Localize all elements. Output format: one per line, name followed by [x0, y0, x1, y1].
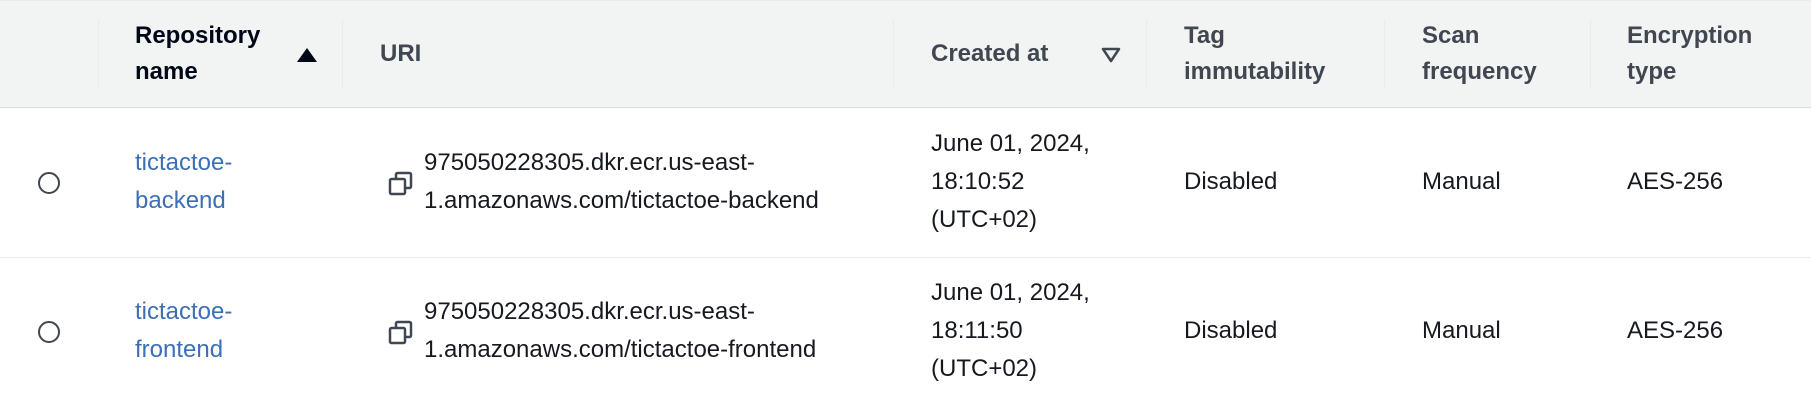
row-select-radio[interactable] — [38, 321, 60, 343]
sort-descending-icon[interactable] — [1101, 47, 1121, 63]
created-at-line: June 01, 2024, — [931, 279, 1090, 306]
created-at-line: 18:11:50 — [931, 317, 1023, 344]
repository-name-line: tictactoe- — [135, 149, 233, 176]
column-header-label: name — [135, 58, 198, 85]
encryption-type-value: AES-256 — [1627, 317, 1724, 344]
column-header-label: immutability — [1184, 58, 1326, 85]
repository-uri-line: 975050228305.dkr.ecr.us-east- — [424, 298, 755, 325]
created-at-line: (UTC+02) — [931, 355, 1038, 382]
repository-name-line: backend — [135, 187, 226, 214]
tag-immutability-value: Disabled — [1184, 168, 1278, 195]
column-header-label: frequency — [1422, 58, 1537, 85]
column-header-scan-frequency[interactable]: Scan frequency — [1422, 1, 1582, 107]
repository-uri: 975050228305.dkr.ecr.us-east- 1.amazonaw… — [424, 144, 819, 220]
row-select-radio[interactable] — [38, 172, 60, 194]
column-header-tag-immutability[interactable]: Tag immutability — [1184, 1, 1384, 107]
created-at-line: June 01, 2024, — [931, 130, 1090, 157]
repository-name-line: frontend — [135, 336, 224, 363]
copy-icon[interactable] — [388, 171, 414, 197]
column-header-label: Tag — [1184, 22, 1225, 49]
column-header-label: Created at — [931, 40, 1049, 67]
repository-name-link[interactable]: tictactoe- frontend — [135, 293, 232, 369]
column-header-label: Encryption — [1627, 22, 1753, 49]
column-divider — [893, 19, 894, 89]
repository-uri-line: 975050228305.dkr.ecr.us-east- — [424, 149, 755, 176]
column-header-label: type — [1627, 58, 1677, 85]
column-header-label: Scan — [1422, 22, 1480, 49]
table-row[interactable]: tictactoe- frontend 975050228305.dkr.ecr… — [0, 258, 1811, 406]
created-at-value: June 01, 2024, 18:11:50 (UTC+02) — [931, 274, 1090, 388]
created-at-value: June 01, 2024, 18:10:52 (UTC+02) — [931, 125, 1090, 239]
column-divider — [342, 19, 343, 89]
created-at-line: 18:10:52 — [931, 168, 1025, 195]
scan-frequency-value: Manual — [1422, 168, 1501, 195]
column-divider — [98, 19, 99, 89]
scan-frequency-value: Manual — [1422, 317, 1501, 344]
column-header-label: Repository — [135, 22, 261, 49]
column-header-uri[interactable]: URI — [380, 1, 680, 107]
column-divider — [1384, 19, 1385, 89]
column-header-encryption-type[interactable]: Encryption type — [1627, 1, 1807, 107]
copy-icon[interactable] — [388, 320, 414, 346]
repository-uri-line: 1.amazonaws.com/tictactoe-frontend — [424, 336, 817, 363]
column-divider — [1146, 19, 1147, 89]
column-divider — [1590, 19, 1591, 89]
sort-ascending-icon[interactable] — [297, 48, 317, 62]
column-header-label: URI — [380, 40, 422, 67]
tag-immutability-value: Disabled — [1184, 317, 1278, 344]
encryption-type-value: AES-256 — [1627, 168, 1724, 195]
table-header: Repository name URI Created at Tag immut… — [0, 1, 1811, 108]
repository-name-link[interactable]: tictactoe- backend — [135, 144, 232, 220]
table-row[interactable]: tictactoe- backend 975050228305.dkr.ecr.… — [0, 108, 1811, 258]
repositories-table: Repository name URI Created at Tag immut… — [0, 0, 1811, 406]
repository-uri-line: 1.amazonaws.com/tictactoe-backend — [424, 187, 819, 214]
repository-uri: 975050228305.dkr.ecr.us-east- 1.amazonaw… — [424, 293, 816, 369]
repository-name-line: tictactoe- — [135, 298, 233, 325]
created-at-line: (UTC+02) — [931, 206, 1038, 233]
